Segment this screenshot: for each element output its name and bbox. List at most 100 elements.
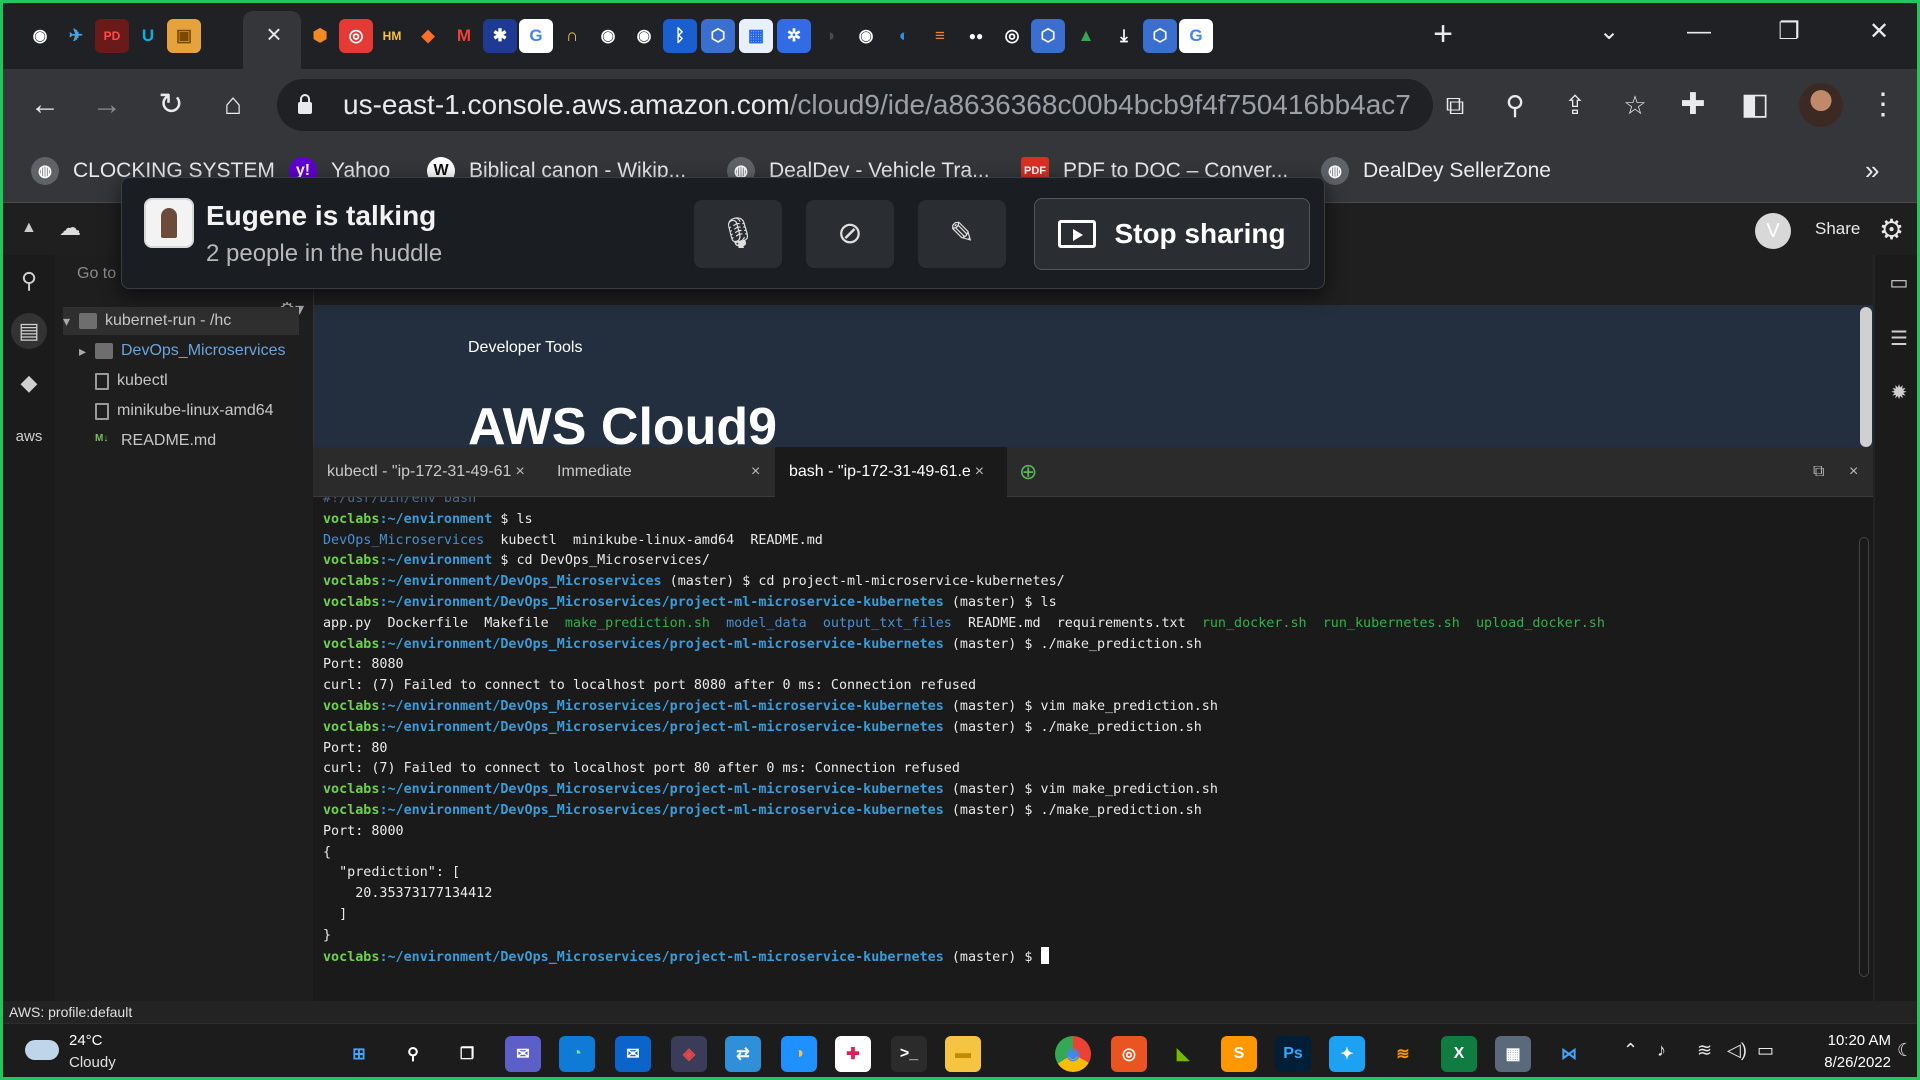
minimize-icon[interactable]: — <box>1679 15 1719 49</box>
stop-sharing-button[interactable]: Stop sharing <box>1034 198 1310 270</box>
ubuntu-icon[interactable]: ◎ <box>1111 1036 1147 1072</box>
harvey-mudd-icon[interactable]: HM <box>375 19 409 53</box>
collaborate-icon[interactable]: ▭ <box>1885 269 1913 297</box>
zoom-icon[interactable]: ⚲ <box>1495 85 1535 125</box>
github-icon[interactable]: ◉ <box>627 19 661 53</box>
file-explorer-icon[interactable]: ▬ <box>945 1036 981 1072</box>
preferences-gear-icon[interactable]: ⚙ <box>1879 213 1904 246</box>
udacity-icon[interactable]: U <box>131 19 165 53</box>
pdf-icon[interactable]: PD <box>95 19 129 53</box>
share-button[interactable]: Share <box>1815 219 1860 239</box>
browser-menu-icon[interactable]: ⋮ <box>1863 85 1903 125</box>
file-tree-item[interactable]: minikube-linux-amd64 <box>95 397 274 425</box>
github-icon[interactable]: ◉ <box>23 19 57 53</box>
tab-bash-terminal[interactable]: bash - "ip-172-31-49-61.e × <box>775 447 1007 497</box>
clock-date[interactable]: 8/26/2022 <box>1799 1054 1891 1071</box>
sublime-text-icon[interactable]: ≋ <box>1385 1036 1421 1072</box>
file-tree-item[interactable]: ▸ DevOps_Microservices <box>79 337 285 365</box>
hex-icon[interactable]: ⬡ <box>1031 19 1065 53</box>
back-arrow-icon[interactable]: ← <box>25 85 65 125</box>
new-tab-button[interactable]: + <box>1427 17 1459 51</box>
bird-icon[interactable]: ◑ <box>813 19 847 53</box>
google-icon[interactable]: G <box>519 19 553 53</box>
kubernetes-icon[interactable]: ✲ <box>777 19 811 53</box>
debugger-bug-icon[interactable]: ✹ <box>1885 379 1913 407</box>
bookmark-item[interactable]: ◍ DealDey SellerZone <box>1321 153 1551 189</box>
close-window-icon[interactable]: ✕ <box>1859 15 1899 49</box>
battery-icon[interactable]: ▭ <box>1757 1040 1774 1061</box>
task-view-icon[interactable]: ❐ <box>449 1036 485 1072</box>
profile-avatar[interactable] <box>1799 83 1843 127</box>
terminal-scrollbar[interactable] <box>1859 537 1869 977</box>
outline-icon[interactable]: ☰ <box>1885 325 1913 353</box>
show-hidden-icons-chevron-icon[interactable]: ⌃ <box>1623 1040 1638 1061</box>
volume-icon[interactable]: ◁) <box>1727 1040 1747 1061</box>
draw-pen-icon[interactable]: ✎ <box>918 200 1006 268</box>
search-icon[interactable]: ⚲ <box>395 1036 431 1072</box>
tab-immediate[interactable]: Immediate × <box>557 447 769 497</box>
terminal-icon[interactable]: >_ <box>891 1036 927 1072</box>
editor-scrollbar[interactable] <box>1860 307 1872 447</box>
notifications-moon-icon[interactable]: ☾ <box>1897 1040 1913 1061</box>
copy-link-icon[interactable]: ⧉ <box>1435 85 1475 125</box>
vscode-icon[interactable]: ⋈ <box>1551 1036 1587 1072</box>
docker-whale-icon[interactable]: ◐ <box>887 19 921 53</box>
photoshop-icon[interactable]: Ps <box>1275 1036 1311 1072</box>
red-circle-icon[interactable]: ◎ <box>339 19 373 53</box>
home-icon[interactable]: ⌂ <box>213 85 253 125</box>
video-off-icon[interactable]: ⊘ <box>806 200 894 268</box>
bird-app-icon[interactable]: ✈ <box>59 19 93 53</box>
wifi-icon[interactable]: ≋ <box>1697 1040 1712 1061</box>
lock-icon[interactable] <box>297 93 313 115</box>
tab-search-chevron-icon[interactable]: ⌄ <box>1589 15 1629 49</box>
headphones-icon[interactable]: ∩ <box>555 19 589 53</box>
tree-toggle-icon[interactable]: ▸ <box>79 343 95 360</box>
close-icon[interactable]: × <box>751 463 760 481</box>
url-text[interactable]: us-east-1.console.aws.amazon.com/cloud9/… <box>343 89 1411 121</box>
twitter-icon[interactable]: ✦ <box>1329 1036 1365 1072</box>
edge-icon[interactable]: ◔ <box>559 1036 595 1072</box>
calculator-icon[interactable]: ▦ <box>1495 1036 1531 1072</box>
mail-icon[interactable]: ✉ <box>615 1036 651 1072</box>
user-avatar[interactable]: V <box>1755 213 1791 249</box>
add-terminal-icon[interactable]: ⊕ <box>1019 447 1037 497</box>
gmail-icon[interactable]: M <box>447 19 481 53</box>
bookmark-star-icon[interactable]: ☆ <box>1615 85 1655 125</box>
go-to-file-input[interactable]: Go to <box>77 265 116 283</box>
weather-condition[interactable]: Cloudy <box>69 1054 116 1071</box>
hex-icon[interactable]: ⬡ <box>1143 19 1177 53</box>
bookmarks-overflow-icon[interactable]: » <box>1865 155 1879 186</box>
github-icon[interactable]: ◉ <box>849 19 883 53</box>
close-icon[interactable]: × <box>975 463 984 481</box>
search-icon[interactable]: ⚲ <box>11 263 47 299</box>
file-tree-item[interactable]: kubectl <box>95 367 168 395</box>
aws-toolkit-icon[interactable]: aws <box>11 419 47 455</box>
excel-icon[interactable]: X <box>1441 1036 1477 1072</box>
slack-icon[interactable]: ✚ <box>835 1036 871 1072</box>
terminal[interactable]: #!/usr/bin/env bash voclabs:~/environment… <box>313 497 1873 1001</box>
download-icon[interactable]: ⤓ <box>1107 19 1141 53</box>
close-icon[interactable]: × <box>515 463 524 481</box>
share-page-icon[interactable]: ⇪ <box>1555 85 1595 125</box>
medium-icon[interactable]: ●● <box>959 19 993 53</box>
aws-profile-status[interactable]: AWS: profile:default <box>9 1004 132 1020</box>
maximize-panel-icon[interactable]: ⧉ <box>1813 447 1824 497</box>
flag-icon[interactable]: ✱ <box>483 19 517 53</box>
restore-icon[interactable]: ❐ <box>1769 15 1809 49</box>
docker-icon[interactable]: ▦ <box>739 19 773 53</box>
weather-temperature[interactable]: 24°C <box>69 1032 103 1049</box>
extensions-puzzle-icon[interactable]: ✚ <box>1673 85 1713 125</box>
side-panel-icon[interactable]: ◧ <box>1735 85 1775 125</box>
remote-desktop-icon[interactable]: ⇄ <box>725 1036 761 1072</box>
circle-target-icon[interactable]: ◎ <box>995 19 1029 53</box>
teams-chat-icon[interactable]: ✉ <box>505 1036 541 1072</box>
collapse-arrow-icon[interactable]: ▲ <box>21 219 37 237</box>
tab-kubectl-terminal[interactable]: kubectl - "ip-172-31-49-61 × <box>327 447 557 497</box>
start-icon[interactable]: ⊞ <box>341 1036 377 1072</box>
reload-icon[interactable]: ↻ <box>151 85 191 125</box>
github-icon[interactable]: ◉ <box>591 19 625 53</box>
chrome-icon[interactable]: ◉ <box>1055 1036 1091 1072</box>
environment-folder-icon[interactable]: ▤ <box>11 313 47 349</box>
file-tree-item[interactable]: M↓ README.md <box>95 427 216 455</box>
hex-icon[interactable]: ⬡ <box>701 19 735 53</box>
